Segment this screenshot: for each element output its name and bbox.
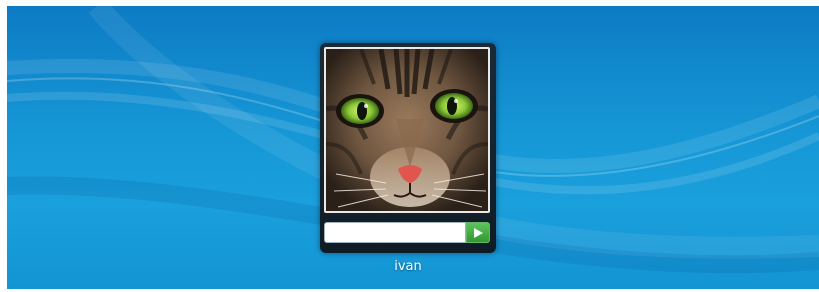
password-field[interactable]	[324, 222, 466, 243]
login-submit-button[interactable]	[466, 222, 490, 243]
username-label: ivan	[394, 259, 422, 274]
password-row	[324, 222, 492, 243]
login-panel	[320, 43, 496, 253]
avatar-frame	[324, 47, 490, 213]
login-screen: ivan	[7, 6, 819, 289]
arrow-right-icon	[474, 228, 483, 238]
avatar	[326, 49, 488, 211]
